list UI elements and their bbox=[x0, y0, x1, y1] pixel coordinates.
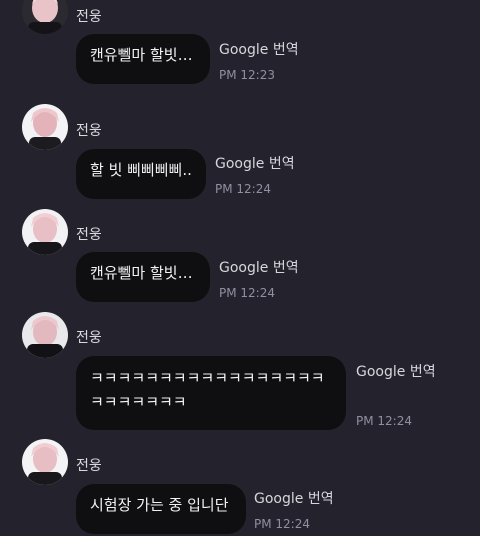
google-translate-link[interactable]: Google 번역 bbox=[215, 153, 295, 173]
chat-message: 전웅 ㅋㅋㅋㅋㅋㅋㅋㅋㅋㅋㅋㅋㅋㅋㅋㅋㅋㅋㅋㅋㅋㅋㅋㅋ Google 번역 PM… bbox=[0, 310, 480, 434]
profile-avatar-icon[interactable] bbox=[22, 209, 68, 255]
profile-avatar-icon[interactable] bbox=[22, 439, 68, 485]
message-bubble[interactable]: ㅋㅋㅋㅋㅋㅋㅋㅋㅋㅋㅋㅋㅋㅋㅋㅋㅋㅋㅋㅋㅋㅋㅋㅋ bbox=[76, 356, 346, 430]
chat-message: 전웅 캔유뻴마 할빗… Google 번역 PM 12:23 bbox=[0, 0, 480, 100]
message-bubble[interactable]: 시험장 가는 중 입니단 bbox=[76, 484, 246, 534]
sender-name: 전웅 bbox=[76, 123, 102, 139]
profile-avatar-icon[interactable] bbox=[22, 312, 68, 358]
sender-name: 전웅 bbox=[76, 330, 102, 346]
chat-message: 전웅 캔유뻴마 할빗… Google 번역 PM 12:24 bbox=[0, 206, 480, 310]
message-time: PM 12:24 bbox=[219, 286, 275, 300]
message-bubble[interactable]: 캔유뻴마 할빗… bbox=[76, 252, 210, 302]
google-translate-link[interactable]: Google 번역 bbox=[254, 488, 334, 508]
profile-avatar-icon[interactable] bbox=[22, 104, 68, 150]
google-translate-link[interactable]: Google 번역 bbox=[219, 257, 299, 277]
message-time: PM 12:24 bbox=[215, 182, 271, 196]
chat-message: 전웅 할 빗 삐삐삐삐.. Google 번역 PM 12:24 bbox=[0, 104, 480, 208]
sender-name: 전웅 bbox=[76, 9, 102, 25]
message-time: PM 12:24 bbox=[254, 517, 310, 531]
message-bubble[interactable]: 할 빗 삐삐삐삐.. bbox=[76, 149, 206, 199]
profile-avatar-icon[interactable] bbox=[22, 0, 68, 34]
message-time: PM 12:23 bbox=[219, 68, 275, 82]
message-bubble[interactable]: 캔유뻴마 할빗… bbox=[76, 34, 210, 84]
sender-name: 전웅 bbox=[76, 458, 102, 474]
chat-message-list: 전웅 캔유뻴마 할빗… Google 번역 PM 12:23 전웅 할 빗 삐삐… bbox=[0, 0, 480, 536]
message-time: PM 12:24 bbox=[356, 414, 412, 428]
sender-name: 전웅 bbox=[76, 227, 102, 243]
google-translate-link[interactable]: Google 번역 bbox=[219, 39, 299, 59]
google-translate-link[interactable]: Google 번역 bbox=[356, 361, 436, 381]
chat-message: 전웅 시험장 가는 중 입니단 Google 번역 PM 12:24 bbox=[0, 438, 480, 536]
